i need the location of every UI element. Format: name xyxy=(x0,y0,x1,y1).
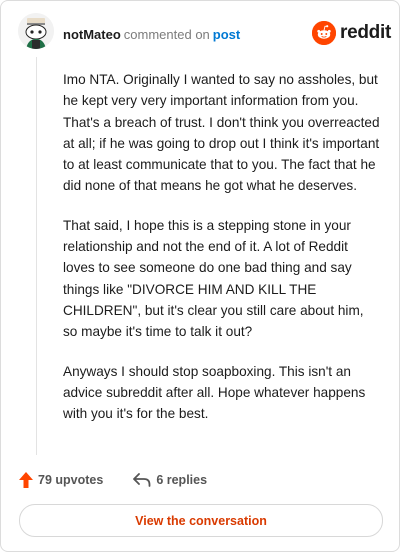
user-avatar[interactable] xyxy=(18,13,54,49)
comment-paragraph: Anyways I should stop soapboxing. This i… xyxy=(63,363,366,422)
snoo-avatar-icon xyxy=(18,13,54,49)
upvote-arrow-icon xyxy=(19,472,33,488)
thread-line xyxy=(36,57,37,455)
embedded-comment-card: notMateo commented on post reddit Imo NTA.… xyxy=(0,0,400,552)
comment-actions: 79 upvotes 6 replies xyxy=(19,472,207,488)
reddit-snoo-icon xyxy=(312,21,336,45)
reddit-logo[interactable]: reddit xyxy=(312,21,391,45)
view-conversation-button[interactable]: View the conversation xyxy=(19,504,383,537)
comment-header: notMateo commented on post xyxy=(63,27,240,43)
comment-paragraph: Imo NTA. Originally I wanted to say no a… xyxy=(63,72,380,194)
post-link[interactable]: post xyxy=(213,27,240,42)
replies-count: 6 replies xyxy=(156,473,208,487)
username[interactable]: notMateo xyxy=(63,27,121,42)
comment-body: Imo NTA. Originally I wanted to say no a… xyxy=(63,69,381,442)
upvote-button[interactable]: 79 upvotes xyxy=(19,472,103,488)
commented-on-text: commented on xyxy=(123,27,210,42)
comment-paragraph: That said, I hope this is a stepping sto… xyxy=(63,217,364,340)
replies-button[interactable]: 6 replies xyxy=(133,473,207,487)
reddit-wordmark: reddit xyxy=(340,22,391,43)
reply-arrow-icon xyxy=(133,473,151,487)
upvote-count: 79 upvotes xyxy=(38,473,104,487)
